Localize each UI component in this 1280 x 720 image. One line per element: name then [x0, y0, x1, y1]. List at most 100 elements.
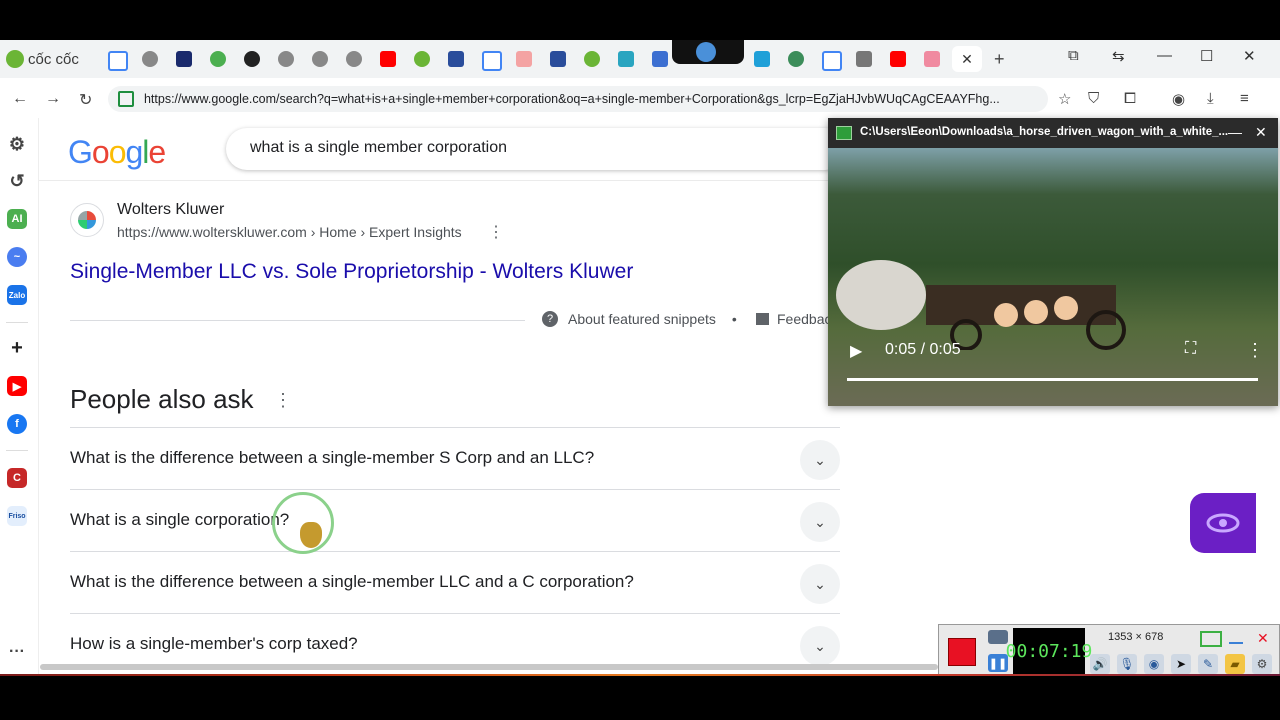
add-icon[interactable]: +: [7, 337, 27, 359]
tab-google-icon[interactable]: [482, 51, 502, 71]
tab-site-icon[interactable]: [176, 51, 192, 67]
paa-question[interactable]: What is the difference between a single-…: [70, 427, 840, 490]
chevron-down-icon[interactable]: ⌄: [800, 440, 840, 480]
tab-app-icon[interactable]: [584, 51, 600, 67]
active-tab-close-button[interactable]: ✕: [952, 46, 982, 72]
messenger-icon[interactable]: ~: [7, 247, 27, 267]
tab-site-icon[interactable]: [516, 51, 532, 67]
url-text[interactable]: https://www.google.com/search?q=what+is+…: [144, 92, 1048, 106]
sidebar-divider: [6, 322, 28, 323]
tab-leaf-icon[interactable]: [210, 51, 226, 67]
site-url[interactable]: https://www.wolterskluwer.com › Home › E…: [117, 224, 462, 240]
tab-search-icon[interactable]: ⧉: [1068, 47, 1079, 64]
video-title: C:\Users\Eeon\Downloads\a_horse_driven_w…: [860, 126, 1229, 138]
chevron-down-icon[interactable]: ⌄: [800, 626, 840, 666]
video-minimize-button[interactable]: —: [1228, 124, 1242, 140]
tab-globe-icon[interactable]: [312, 51, 328, 67]
tab-github-icon[interactable]: [244, 51, 260, 67]
play-button[interactable]: ▶: [850, 341, 862, 361]
paa-question[interactable]: What is a single corporation? ⌄: [70, 489, 840, 552]
lock-icon: [118, 91, 134, 107]
tab-site-icon[interactable]: [788, 51, 804, 67]
more-icon[interactable]: ···: [7, 642, 27, 662]
tab-youtube-icon[interactable]: [890, 51, 906, 67]
minimize-recorder-icon[interactable]: [1229, 634, 1243, 644]
feedback-link[interactable]: Feedback: [756, 311, 838, 327]
reload-icon[interactable]: ↻: [79, 90, 92, 110]
speaker-icon[interactable]: 🔊: [1090, 654, 1110, 674]
back-arrow-icon[interactable]: ←: [12, 90, 28, 108]
forward-arrow-icon[interactable]: →: [45, 90, 61, 108]
people-also-ask-title: People also ask: [70, 384, 254, 414]
search-input[interactable]: what is a single member corporation: [250, 139, 507, 157]
more-options-icon[interactable]: ⋮: [1246, 340, 1264, 361]
tab-globe-icon[interactable]: [346, 51, 362, 67]
wolters-kluwer-favicon: [70, 203, 104, 237]
facebook-icon[interactable]: f: [7, 414, 27, 434]
question-text: What is the difference between a single-…: [70, 572, 634, 591]
back-forward-icon[interactable]: ⇆: [1112, 47, 1125, 65]
app-icon[interactable]: C: [7, 468, 27, 488]
video-close-button[interactable]: ✕: [1255, 124, 1267, 141]
youtube-icon[interactable]: ▶: [7, 376, 27, 396]
tab-site-icon[interactable]: [448, 51, 464, 67]
stop-recording-button[interactable]: [948, 638, 976, 666]
more-options-icon[interactable]: ⋮: [488, 222, 504, 242]
coccoc-brand[interactable]: cốc cốc: [6, 48, 79, 70]
address-bar[interactable]: https://www.google.com/search?q=what+is+…: [108, 86, 1048, 112]
close-recorder-icon[interactable]: ✕: [1257, 630, 1269, 647]
microphone-icon[interactable]: [696, 42, 716, 62]
region-icon[interactable]: [1200, 631, 1222, 647]
more-options-icon[interactable]: ⋮: [274, 390, 292, 411]
bookmark-star-icon[interactable]: ☆: [1058, 90, 1071, 108]
profile-icon[interactable]: ◉: [1172, 90, 1185, 108]
settings-gear-icon[interactable]: ⚙: [1252, 654, 1272, 674]
folder-icon[interactable]: ▰: [1225, 654, 1245, 674]
minimize-button[interactable]: —: [1157, 47, 1172, 64]
tab-app-icon[interactable]: [414, 51, 430, 67]
download-icon[interactable]: ⤓: [1207, 90, 1214, 107]
recording-size: 1353 × 678: [1108, 631, 1164, 643]
site-name[interactable]: Wolters Kluwer: [117, 201, 224, 219]
microphone-icon[interactable]: 🎙: [1117, 654, 1137, 674]
tab-google-icon[interactable]: [108, 51, 128, 71]
tab-site-icon[interactable]: [924, 51, 940, 67]
menu-icon[interactable]: ≡: [1240, 90, 1249, 107]
tab-site-icon[interactable]: [618, 51, 634, 67]
question-text: How is a single-member's corp taxed?: [70, 634, 358, 653]
video-progress-bar[interactable]: [847, 378, 1258, 381]
history-icon[interactable]: ↺: [7, 171, 27, 191]
pen-icon[interactable]: ✎: [1198, 654, 1218, 674]
friso-icon[interactable]: Friso: [7, 506, 27, 526]
chevron-down-icon[interactable]: ⌄: [800, 564, 840, 604]
video-app-icon: [836, 126, 852, 140]
chevron-down-icon[interactable]: ⌄: [800, 502, 840, 542]
tab-globe-icon[interactable]: [278, 51, 294, 67]
close-icon: ✕: [961, 50, 973, 67]
tab-site-icon[interactable]: [652, 51, 668, 67]
eye-button[interactable]: [1190, 493, 1256, 553]
about-featured-snippets[interactable]: ? About featured snippets •: [542, 311, 737, 327]
maximize-button[interactable]: ☐: [1200, 47, 1213, 65]
tab-site-icon[interactable]: [754, 51, 770, 67]
result-title-link[interactable]: Single-Member LLC vs. Sole Proprietorshi…: [70, 260, 633, 284]
paa-question[interactable]: What is the difference between a single-…: [70, 551, 840, 614]
horizontal-scrollbar[interactable]: [40, 664, 938, 670]
zalo-icon[interactable]: Zalo: [7, 285, 27, 305]
tab-youtube-icon[interactable]: [380, 51, 396, 67]
shield-icon[interactable]: ⛉: [1088, 90, 1099, 107]
new-tab-button[interactable]: +: [994, 49, 1005, 70]
window-close-button[interactable]: ✕: [1243, 47, 1256, 65]
tab-site-icon[interactable]: [550, 51, 566, 67]
extensions-icon[interactable]: ⧠: [1124, 90, 1136, 107]
tab-download-icon[interactable]: [856, 51, 872, 67]
ai-icon[interactable]: AI: [7, 209, 27, 229]
left-sidebar: [0, 118, 39, 676]
settings-gear-icon[interactable]: ⚙: [7, 134, 27, 154]
webcam-icon[interactable]: ◉: [1144, 654, 1164, 674]
google-logo[interactable]: Google: [68, 134, 166, 171]
cursor-icon[interactable]: ➤: [1171, 654, 1191, 674]
fullscreen-icon[interactable]: ⛶: [1185, 340, 1196, 358]
tab-globe-icon[interactable]: [142, 51, 158, 67]
tab-google-icon[interactable]: [822, 51, 842, 71]
